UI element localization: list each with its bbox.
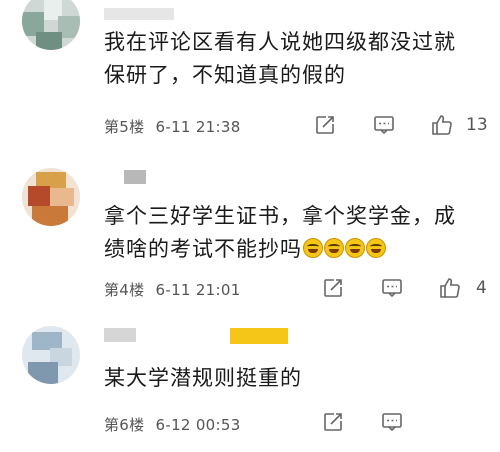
avatar[interactable] bbox=[22, 326, 80, 384]
share-icon[interactable] bbox=[321, 410, 345, 434]
comment-text: 某大学潜规则挺重的 bbox=[104, 366, 302, 390]
comment-list: 我在评论区看有人说她四级都没过就 保研了，不知道真的假的 第5楼 6-11 21… bbox=[0, 0, 500, 452]
comment-icon[interactable] bbox=[380, 410, 404, 434]
user-badge bbox=[230, 328, 288, 344]
comment-icon[interactable] bbox=[372, 113, 396, 137]
comment-icon[interactable] bbox=[380, 276, 404, 300]
comment-meta: 第6楼 6-12 00:53 bbox=[104, 414, 241, 435]
avatar[interactable] bbox=[22, 168, 80, 226]
comment-actions: 4 bbox=[300, 276, 500, 304]
like-count: 13 bbox=[466, 115, 488, 135]
comment-item: 拿个三好学生证书，拿个奖学金，成 绩啥的考试不能抄吗 第4楼 6-11 21:0… bbox=[0, 160, 500, 300]
timestamp: 6-11 21:38 bbox=[155, 118, 241, 136]
username-redacted bbox=[104, 328, 136, 342]
avatar[interactable] bbox=[22, 0, 80, 50]
laughing-emoji-icon bbox=[303, 238, 323, 258]
comment-actions bbox=[300, 410, 500, 438]
comment-item: 某大学潜规则挺重的 第6楼 6-12 00:53 bbox=[0, 318, 500, 452]
comment-actions: 13 bbox=[300, 113, 500, 141]
laughing-emoji-icon bbox=[345, 238, 365, 258]
share-icon[interactable] bbox=[313, 113, 337, 137]
comment-meta: 第4楼 6-11 21:01 bbox=[104, 279, 241, 300]
like-icon[interactable] bbox=[430, 113, 454, 137]
laughing-emoji-icon bbox=[366, 238, 386, 258]
floor-label: 第4楼 bbox=[104, 281, 145, 299]
floor-label: 第6楼 bbox=[104, 416, 145, 434]
comment-text: 拿个三好学生证书，拿个奖学金，成 绩啥的考试不能抄吗 bbox=[104, 204, 456, 261]
timestamp: 6-12 00:53 bbox=[155, 416, 241, 434]
share-icon[interactable] bbox=[321, 276, 345, 300]
laughing-emoji-icon bbox=[324, 238, 344, 258]
like-count: 4 bbox=[476, 278, 487, 298]
comment-meta: 第5楼 6-11 21:38 bbox=[104, 116, 241, 137]
timestamp: 6-11 21:01 bbox=[155, 281, 241, 299]
username-redacted bbox=[104, 8, 174, 20]
like-icon[interactable] bbox=[438, 276, 462, 300]
floor-label: 第5楼 bbox=[104, 118, 145, 136]
username-redacted bbox=[124, 170, 146, 184]
comment-text: 我在评论区看有人说她四级都没过就 保研了，不知道真的假的 bbox=[104, 30, 456, 87]
comment-item: 我在评论区看有人说她四级都没过就 保研了，不知道真的假的 第5楼 6-11 21… bbox=[0, 0, 500, 150]
